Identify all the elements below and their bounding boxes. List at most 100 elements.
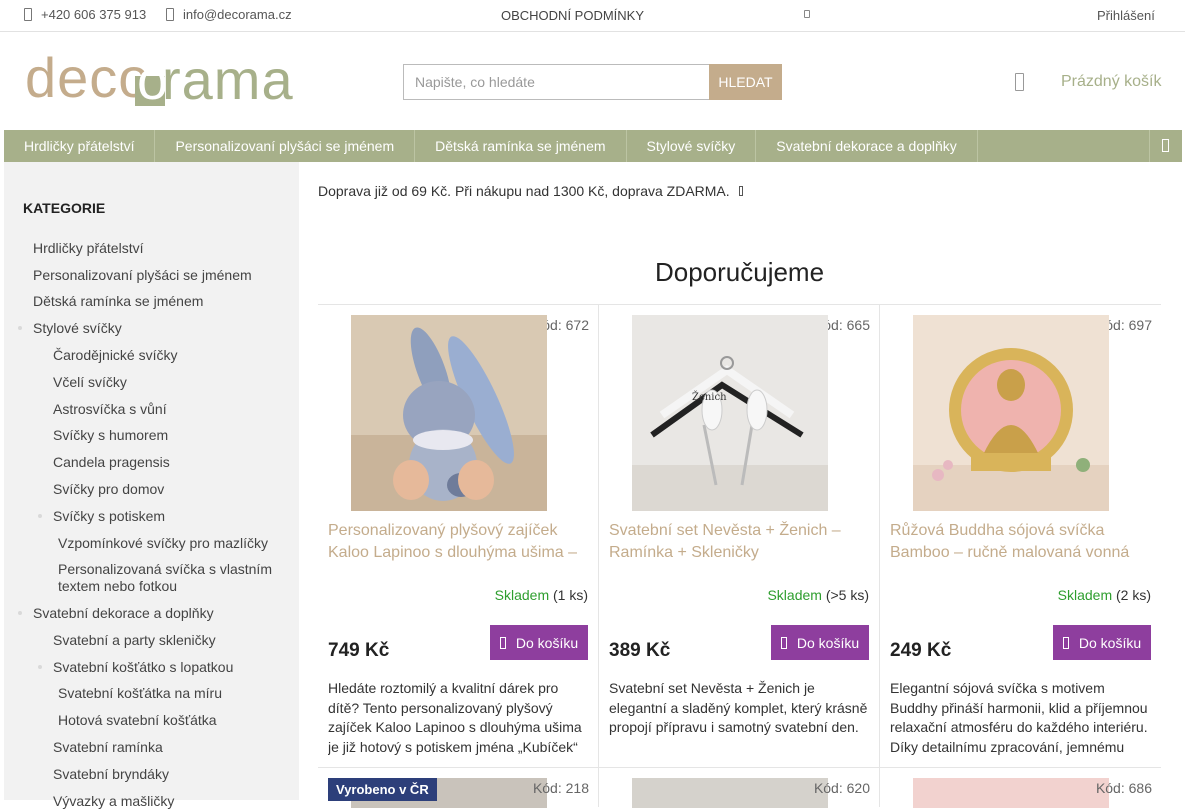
stock-status: Skladem (>5 ks) [767,587,869,603]
sidebar-item-astrosvicka[interactable]: Astrosvíčka s vůní [53,401,167,418]
sidebar-item-svatebni-raminka[interactable]: Svatební ramínka [53,739,163,756]
shipping-notice: Doprava již od 69 Kč. Při nákupu nad 130… [318,183,743,199]
product-card[interactable]: Kód: 697 Růžová Buddha sójová svíčka Bam… [880,304,1161,767]
stock-quantity: (>5 ks) [825,587,869,603]
add-to-cart-label: Do košíku [515,634,579,651]
sidebar-item-vzpominkove[interactable]: Vzpomínkové svíčky pro mazlíčky [58,535,268,552]
nav-item-svatebni[interactable]: Svatební dekorace a doplňky [756,130,978,162]
add-to-cart-button[interactable]: Do košíku [771,625,869,660]
product-image-wedding-set[interactable]: Ženich [632,315,828,511]
sidebar-item-vyvazky[interactable]: Vývazky a mašličky [53,793,174,810]
sidebar-item-svatebni[interactable]: Svatební dekorace a doplňky [33,605,214,622]
product-card[interactable]: Kód: 686 [880,767,1161,808]
cart-status[interactable]: Prázdný košík [1061,73,1161,91]
search-button[interactable]: HLEDAT [709,64,782,100]
nav-item-plysaci[interactable]: Personalizovaní plyšáci se jménem [155,130,416,162]
wedding-set-photo-icon: Ženich [632,315,828,511]
product-name[interactable]: Svatební set Nevěsta + Ženich – Ramínka … [609,520,871,564]
cart-icon [780,636,787,649]
search-bar: HLEDAT [403,64,782,100]
logo[interactable]: deco o rama [25,50,305,112]
product-image-buddha-candle[interactable] [913,315,1109,511]
sidebar-item-vceli[interactable]: Včelí svíčky [53,374,127,391]
stock-quantity: (1 ks) [553,587,588,603]
login-link[interactable]: Přihlášení [1097,8,1155,23]
product-name[interactable]: Personalizovaný plyšový zajíček Kaloo La… [328,520,590,564]
cart-icon [499,636,506,649]
sidebar-item-potisk[interactable]: Svíčky s potiskem [53,508,165,525]
sidebar-item-hotova-kostatka[interactable]: Hotová svatební košťátka [58,712,217,729]
cart-icon[interactable] [1015,73,1024,91]
sidebar-item-personalizovana[interactable]: Personalizovaná svíčka s vlastním textem… [58,561,283,595]
product-code: Kód: 218 [532,780,589,796]
product-price: 249 Kč [890,640,952,661]
section-title: Doporučujeme [654,257,825,287]
logo-text-right: rama [162,48,294,111]
stock-status: Skladem (2 ks) [1058,587,1151,603]
product-card[interactable]: Kód: 620 [599,767,880,808]
email-contact[interactable]: info@decorama.cz [166,7,292,22]
add-to-cart-label: Do košíku [796,634,860,651]
terms-link[interactable]: OBCHODNÍ PODMÍNKY [501,8,644,23]
bunny-photo-icon [351,315,547,511]
mail-icon [166,8,174,21]
shipping-text: Doprava již od 69 Kč. Při nákupu nad 130… [318,183,730,199]
product-card[interactable]: Kód: 665 Ženich Svatební set Nevěsta + Ž… [599,304,880,767]
product-price: 389 Kč [609,640,671,661]
add-to-cart-button[interactable]: Do košíku [490,625,588,660]
sidebar-item-candela[interactable]: Candela pragensis [53,454,170,471]
phone-contact[interactable]: +420 606 375 913 [24,7,146,22]
sidebar-item-stylove-svicky[interactable]: Stylové svíčky [33,320,122,337]
sidebar-title: KATEGORIE [23,200,106,216]
product-card[interactable]: Kód: 672 Personalizovaný plyšový zajíček… [318,304,599,767]
sidebar: KATEGORIE Hrdličky přátelství Personaliz… [4,162,299,809]
stock-label: Skladem [1057,587,1113,603]
product-image[interactable] [632,778,828,808]
sidebar-item-hrdlicky[interactable]: Hrdličky přátelství [33,240,143,257]
email-address[interactable]: info@decorama.cz [183,7,292,22]
made-in-cz-badge: Vyrobeno v ČR [328,778,437,801]
nav-item-hrdlicky[interactable]: Hrdličky přátelství [4,130,156,162]
bullet-icon [38,665,42,669]
buddha-candle-photo-icon [913,315,1109,511]
stock-label: Skladem [767,587,822,603]
phone-number[interactable]: +420 606 375 913 [41,7,146,22]
stock-label: Skladem [494,587,550,603]
search-input[interactable] [403,64,709,100]
add-to-cart-button[interactable]: Do košíku [1053,625,1151,660]
sidebar-item-carodejnicke[interactable]: Čarodějnické svíčky [53,347,178,364]
top-bar: +420 606 375 913 info@decorama.cz OBCHOD… [0,0,1185,32]
phone-icon [24,8,32,21]
nav-item-svicky[interactable]: Stylové svíčky [627,130,757,162]
product-card[interactable]: Vyrobeno v ČR Kód: 218 [318,767,599,808]
main-navigation: Hrdličky přátelství Personalizovaní plyš… [4,130,1182,162]
product-name[interactable]: Růžová Buddha sójová svíčka Bamboo – ruč… [890,520,1152,564]
product-code: Kód: 620 [813,780,870,796]
sidebar-item-sklenicky[interactable]: Svatební a party skleničky [53,632,216,649]
sidebar-item-bryndaky[interactable]: Svatební bryndáky [53,766,169,783]
cart-icon [1062,636,1069,649]
bullet-icon [38,514,42,518]
sidebar-item-humor[interactable]: Svíčky s humorem [53,427,168,444]
logo-text-left: deco [25,46,151,109]
sidebar-item-plysaci[interactable]: Personalizovaní plyšáci se jménem [33,267,252,284]
stock-status: Skladem (1 ks) [495,587,588,603]
bullet-icon [18,326,22,330]
info-icon[interactable] [738,186,743,196]
sidebar-item-kostatka-na-miru[interactable]: Svatební košťátka na míru [58,685,222,702]
nav-item-raminka[interactable]: Dětská ramínka se jménem [415,130,627,162]
dropdown-icon[interactable] [804,10,810,18]
svg-text:Ženich: Ženich [692,391,727,403]
product-description: Hledáte roztomilý a kvalitní dárek pro d… [328,680,582,755]
product-image-bunny[interactable] [351,315,547,511]
bullet-icon [18,611,22,615]
stock-quantity: (2 ks) [1116,587,1151,603]
nav-more-button[interactable] [1149,130,1182,162]
sidebar-item-domov[interactable]: Svíčky pro domov [53,481,164,498]
product-price: 749 Kč [328,640,390,661]
menu-icon [1162,139,1169,152]
product-image[interactable] [913,778,1109,808]
sidebar-item-kostatko[interactable]: Svatební košťátko s lopatkou [53,659,233,676]
product-description: Elegantní sójová svíčka s motivem Buddhy… [890,680,1148,755]
sidebar-item-raminka[interactable]: Dětská ramínka se jménem [33,293,203,310]
